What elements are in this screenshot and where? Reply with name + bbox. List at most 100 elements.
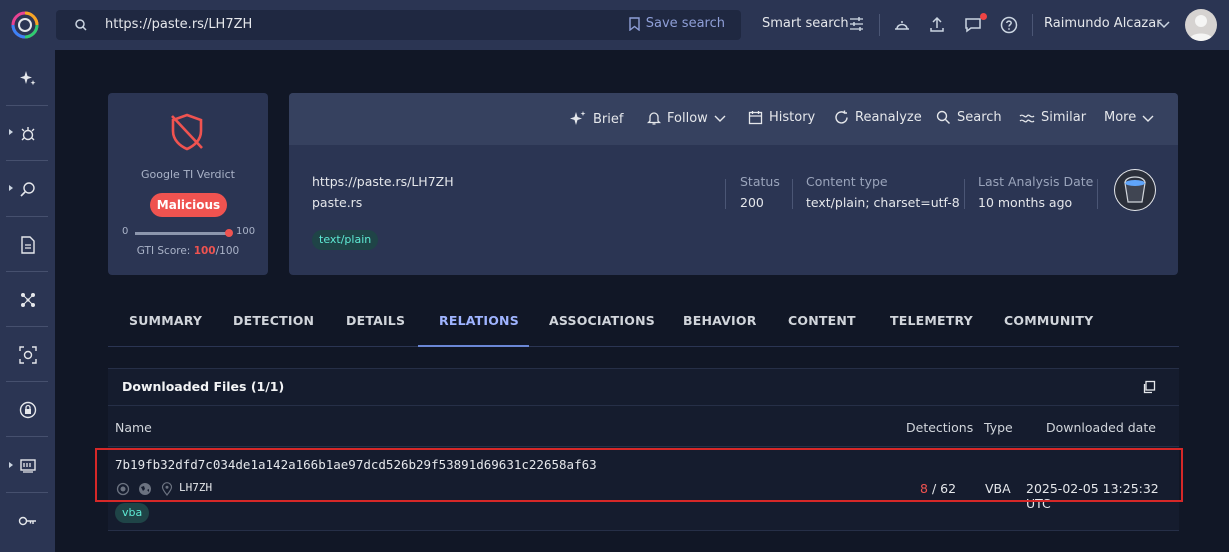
hat-icon[interactable]: [892, 15, 912, 35]
file-tag[interactable]: vba: [115, 503, 150, 523]
meta-divider: [725, 179, 726, 209]
bookmark-icon: [629, 16, 640, 31]
user-avatar-icon: [1189, 15, 1213, 41]
tab-relations[interactable]: RELATIONS: [439, 313, 519, 328]
similar-icon: [1019, 114, 1035, 122]
tab-summary[interactable]: SUMMARY: [129, 313, 202, 328]
help-icon[interactable]: [999, 15, 1019, 35]
header-divider: [108, 405, 1179, 406]
status-label: Status: [740, 174, 780, 189]
status-value: 200: [740, 195, 764, 210]
upload-icon[interactable]: [927, 15, 947, 35]
url-text: https://paste.rs/LH7ZH: [312, 174, 454, 189]
tab-telemetry[interactable]: TELEMETRY: [890, 313, 973, 328]
tab-content[interactable]: CONTENT: [788, 313, 856, 328]
content-type-value: text/plain; charset=utf-8: [806, 195, 960, 210]
chevron-down-icon: [714, 115, 726, 122]
score-track: [135, 229, 233, 237]
verdict-label: Google TI Verdict: [141, 168, 235, 181]
column-header-name[interactable]: Name: [115, 420, 152, 435]
search-button[interactable]: Search: [936, 110, 1002, 125]
sliders-icon[interactable]: [849, 16, 864, 32]
score-knob: [225, 229, 233, 237]
gti-score-value: 100: [193, 245, 216, 257]
search-bar[interactable]: https://paste.rs/LH7ZH Save search: [56, 10, 741, 40]
row-divider: [108, 530, 1179, 531]
row-divider: [108, 446, 1179, 447]
sidebar: [0, 50, 55, 552]
malicious-badge: Malicious: [150, 193, 227, 217]
meta-divider: [964, 179, 965, 209]
sidebar-item-security[interactable]: [0, 382, 55, 437]
sparkles-icon: [19, 70, 35, 85]
reanalyze-button[interactable]: Reanalyze: [834, 110, 922, 125]
sidebar-item-scan[interactable]: [0, 327, 55, 382]
meta-divider: [792, 179, 793, 209]
brief-button[interactable]: Brief: [569, 110, 623, 128]
history-label: History: [769, 110, 816, 125]
tab-behavior[interactable]: BEHAVIOR: [683, 313, 757, 328]
notification-dot: [980, 13, 987, 20]
reanalyze-label: Reanalyze: [855, 110, 922, 125]
tab-associations[interactable]: ASSOCIATIONS: [549, 313, 655, 328]
score-fill: [135, 232, 229, 235]
sidebar-item-threats[interactable]: [0, 106, 55, 161]
column-header-detections[interactable]: Detections: [906, 420, 973, 435]
bucket-logo: [1114, 169, 1156, 211]
sidebar-divider: [6, 436, 48, 437]
lock-icon: [19, 401, 36, 418]
history-button[interactable]: History: [748, 110, 815, 125]
last-analysis-label: Last Analysis Date: [978, 174, 1094, 189]
score-range-min: 0: [122, 226, 129, 237]
sidebar-item-reports[interactable]: [0, 217, 55, 272]
avatar[interactable]: [1185, 9, 1217, 41]
content-tag[interactable]: text/plain: [312, 230, 379, 250]
save-search-button[interactable]: Save search: [629, 16, 725, 31]
graph-icon: [20, 292, 35, 307]
column-header-type[interactable]: Type: [984, 420, 1013, 435]
hunting-icon: [19, 181, 35, 197]
sidebar-item-hunting[interactable]: [0, 161, 55, 216]
smart-search-button[interactable]: Smart search: [762, 16, 849, 31]
calendar-icon: [748, 111, 763, 125]
similar-label: Similar: [1041, 110, 1087, 125]
sidebar-item-terminal[interactable]: [0, 438, 55, 493]
sidebar-item-graph[interactable]: [0, 272, 55, 327]
tab-community[interactable]: COMMUNITY: [1004, 313, 1093, 328]
brief-label: Brief: [593, 111, 624, 127]
bucket-icon: [1115, 170, 1155, 210]
sidebar-item-ai[interactable]: [0, 50, 55, 105]
active-tab-indicator: [418, 345, 529, 347]
threat-icon: [21, 126, 34, 140]
app-logo-icon[interactable]: [10, 10, 40, 40]
more-button[interactable]: More: [1104, 110, 1154, 125]
follow-button[interactable]: Follow: [647, 110, 726, 126]
terminal-icon: [19, 458, 36, 473]
top-bar: https://paste.rs/LH7ZH Save search Smart…: [0, 0, 1229, 50]
sidebar-item-keys[interactable]: [0, 493, 55, 548]
chevron-down-icon[interactable]: [1158, 18, 1170, 30]
column-header-downloaded-date[interactable]: Downloaded date: [1046, 420, 1156, 435]
similar-button[interactable]: Similar: [1019, 110, 1086, 125]
copy-icon[interactable]: [1142, 380, 1156, 394]
search-input[interactable]: https://paste.rs/LH7ZH: [105, 17, 252, 32]
action-bar: Brief Follow History Reanalyze Search Si…: [289, 93, 1178, 145]
last-analysis-value: 10 months ago: [978, 195, 1073, 210]
verdict-card: Google TI Verdict Malicious 0 100 GTI Sc…: [108, 93, 268, 275]
meta-divider: [1097, 179, 1098, 209]
tab-detection[interactable]: DETECTION: [233, 313, 314, 328]
url-host: paste.rs: [312, 195, 363, 210]
follow-label: Follow: [667, 110, 708, 126]
gti-score: GTI Score: 100/100: [108, 245, 268, 257]
tab-details[interactable]: DETAILS: [346, 313, 405, 328]
search-label: Search: [957, 110, 1002, 125]
url-info-card: Brief Follow History Reanalyze Search Si…: [289, 93, 1178, 275]
user-name[interactable]: Raimundo Alcazar: [1044, 16, 1162, 31]
gti-score-total: /100: [215, 245, 240, 257]
search-icon: [75, 19, 87, 31]
refresh-icon: [835, 110, 848, 124]
topbar-divider: [879, 14, 880, 36]
more-label: More: [1104, 110, 1137, 125]
search-icon: [936, 110, 950, 124]
topbar-divider: [1032, 14, 1033, 36]
